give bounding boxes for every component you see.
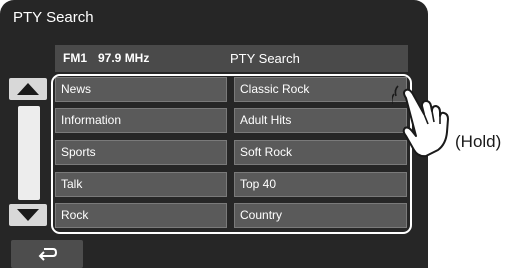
scroll-down-button[interactable] <box>9 204 47 226</box>
station-band: FM1 <box>63 51 87 65</box>
return-arrow-icon <box>38 248 58 261</box>
back-button[interactable] <box>11 240 83 268</box>
page-title: PTY Search <box>13 9 94 26</box>
station-info-bar: FM1 97.9 MHz PTY Search <box>55 45 408 72</box>
pointing-hand-icon <box>392 85 449 158</box>
mode-label: PTY Search <box>230 51 300 66</box>
pty-list-highlight-frame <box>51 74 412 234</box>
hold-instruction-label: (Hold) <box>455 132 502 151</box>
scrollbar-track[interactable] <box>18 106 40 200</box>
triangle-down-icon <box>17 209 39 221</box>
scroll-up-button[interactable] <box>9 78 47 100</box>
station-frequency: 97.9 MHz <box>98 51 150 65</box>
pty-search-screen: PTY Search FM1 97.9 MHz PTY Search News … <box>0 0 428 268</box>
triangle-up-icon <box>17 83 39 95</box>
scrollbar-thumb[interactable] <box>18 106 40 200</box>
